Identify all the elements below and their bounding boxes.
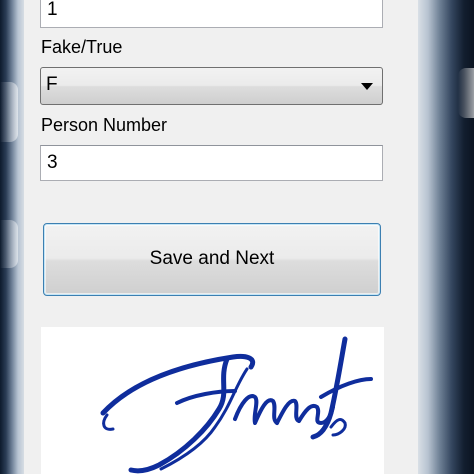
fake-true-dropdown[interactable]: F [40,67,383,105]
handwritten-signature-icon [100,336,373,474]
desktop-background-left [0,0,24,474]
signature-image-panel [41,327,384,474]
person-number-label: Person Number [41,115,168,135]
form-client-area: 1 Fake/True F Person Number 3 Save and N… [24,0,418,474]
chevron-down-icon[interactable] [361,83,373,90]
fake-true-selected-value: F [46,74,58,95]
person-number-field[interactable]: 3 [40,145,383,181]
save-and-next-button[interactable]: Save and Next [43,223,381,296]
top-value-field[interactable]: 1 [40,0,383,28]
fake-true-label: Fake/True [41,37,123,57]
window-frame-right [418,0,474,474]
